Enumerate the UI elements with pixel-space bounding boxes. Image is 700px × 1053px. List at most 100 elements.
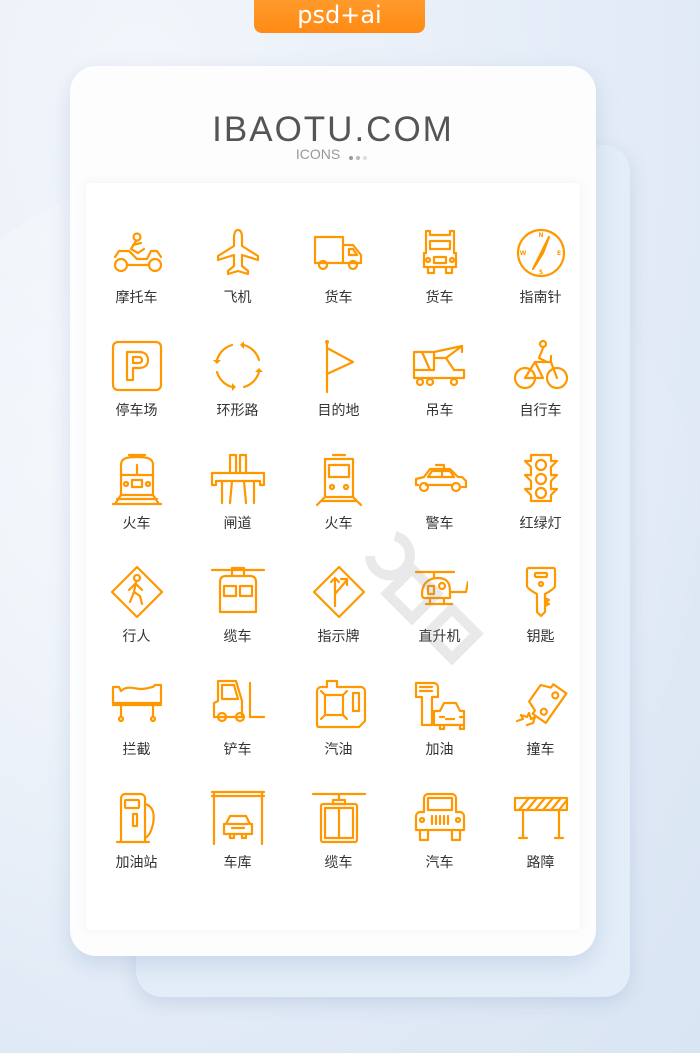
icon-item[interactable]: 车库 (187, 790, 288, 903)
brand-subtitle-row: ICONS (70, 146, 596, 163)
icon-item[interactable]: 自行车 (490, 338, 591, 451)
icon-item[interactable]: 货车 (389, 225, 490, 338)
brand-title: IBAOTU.COM (212, 110, 454, 149)
icon-label: 目的地 (317, 403, 360, 419)
key-icon (525, 566, 556, 618)
motorcycle-icon (113, 232, 162, 273)
icon-panel: 摩托车 飞机 货车 货车 N E S W 指南针 停车场 环形路 目的地 吊车 … (86, 183, 580, 930)
icon-label: 缆车 (324, 855, 353, 871)
icon-item[interactable]: 行人 (86, 564, 187, 677)
icon-item[interactable]: 环形路 (187, 338, 288, 451)
icon-item[interactable]: 火车 (86, 451, 187, 564)
crane-truck-icon (412, 344, 465, 387)
icon-label: 货车 (425, 290, 454, 306)
flag-icon (324, 340, 354, 394)
icon-label: 行人 (122, 629, 151, 645)
icon-label: 指南针 (519, 290, 562, 306)
garage-icon (210, 790, 265, 846)
compass-south: S (538, 269, 542, 276)
icon-item[interactable]: 直升机 (389, 564, 490, 677)
icon-item[interactable]: 铲车 (187, 677, 288, 790)
refuel-icon (414, 681, 465, 731)
dot (363, 156, 368, 161)
icon-label: 加油 (425, 742, 454, 758)
traffic-light-icon (523, 453, 558, 503)
icon-item[interactable]: 撞车 (490, 677, 591, 790)
icon-grid: 摩托车 飞机 货车 货车 N E S W 指南针 停车场 环形路 目的地 吊车 … (86, 225, 580, 903)
icon-label: 红绿灯 (519, 516, 562, 532)
icon-item[interactable]: 缆车 (288, 790, 389, 903)
icon-label: 警车 (425, 516, 454, 532)
bicycle-icon (513, 339, 568, 390)
fuel-can-icon (315, 679, 366, 729)
icon-label: 指示牌 (317, 629, 360, 645)
forklift-icon (212, 679, 265, 723)
jeep-icon (414, 792, 465, 842)
icon-item[interactable]: 货车 (288, 225, 389, 338)
toll-gate-icon (210, 453, 265, 505)
icon-item[interactable]: 拦截 (86, 677, 187, 790)
icon-label: 摩托车 (115, 290, 158, 306)
truck-icon (313, 235, 362, 271)
icon-item[interactable]: N E S W 指南针 (490, 225, 591, 338)
compass-icon: N E S W (516, 228, 565, 278)
icon-item[interactable]: 闸道 (187, 451, 288, 564)
direction-sign-icon (312, 565, 365, 619)
icon-item[interactable]: 吊车 (389, 338, 490, 451)
barrier-icon (111, 683, 162, 723)
icon-item[interactable]: 钥匙 (490, 564, 591, 677)
icon-label: 撞车 (526, 742, 555, 758)
dot (356, 156, 361, 161)
icon-item[interactable]: 汽油 (288, 677, 389, 790)
airplane-icon (216, 228, 259, 276)
train-icon (111, 453, 162, 506)
icon-label: 汽油 (324, 742, 353, 758)
icon-label: 自行车 (519, 403, 562, 419)
icon-item[interactable]: 飞机 (187, 225, 288, 338)
icon-label: 铲车 (223, 742, 252, 758)
format-badge: psd+ai (254, 0, 425, 33)
icon-label: 吊车 (425, 403, 454, 419)
icon-item[interactable]: 指示牌 (288, 564, 389, 677)
icon-item[interactable]: 缆车 (187, 564, 288, 677)
icon-item[interactable]: 红绿灯 (490, 451, 591, 564)
icon-item[interactable]: 加油 (389, 677, 490, 790)
semi-truck-icon (422, 229, 457, 275)
icon-item[interactable]: 警车 (389, 451, 490, 564)
icon-label: 环形路 (216, 403, 259, 419)
gas-station-icon (115, 792, 155, 844)
helicopter-icon (414, 570, 468, 606)
icon-label: 汽车 (425, 855, 454, 871)
police-car-icon (414, 463, 467, 493)
icon-label: 货车 (324, 290, 353, 306)
icon-label: 闸道 (223, 516, 252, 532)
pagination-dots (349, 147, 370, 163)
subway-icon (315, 453, 362, 507)
format-badge-label: psd+ai (297, 1, 382, 29)
icon-label: 火车 (122, 516, 151, 532)
icon-card: IBAOTU.COM ICONS 摩托车 飞机 货车 货车 N E S W 指南… (70, 66, 596, 956)
icon-item[interactable]: 火车 (288, 451, 389, 564)
icon-label: 缆车 (223, 629, 252, 645)
icon-item[interactable]: 汽车 (389, 790, 490, 903)
icon-label: 飞机 (223, 290, 252, 306)
icon-item[interactable]: 加油站 (86, 790, 187, 903)
pedestrian-sign-icon (110, 565, 163, 619)
icon-item[interactable]: 停车场 (86, 338, 187, 451)
icon-label: 钥匙 (526, 629, 555, 645)
icon-label: 火车 (324, 516, 353, 532)
compass-west: W (519, 250, 526, 257)
gondola-icon (311, 792, 366, 844)
icon-item[interactable]: 目的地 (288, 338, 389, 451)
icon-item[interactable]: 摩托车 (86, 225, 187, 338)
compass-east: E (556, 250, 560, 257)
compass-north: N (538, 232, 543, 239)
icon-label: 直升机 (418, 629, 461, 645)
icon-label: 车库 (223, 855, 252, 871)
icon-item[interactable]: 路障 (490, 790, 591, 903)
icon-label: 加油站 (115, 855, 158, 871)
cable-car-icon (210, 566, 265, 614)
icon-label: 路障 (526, 855, 555, 871)
dot (349, 156, 354, 161)
roadblock-icon (513, 796, 568, 840)
